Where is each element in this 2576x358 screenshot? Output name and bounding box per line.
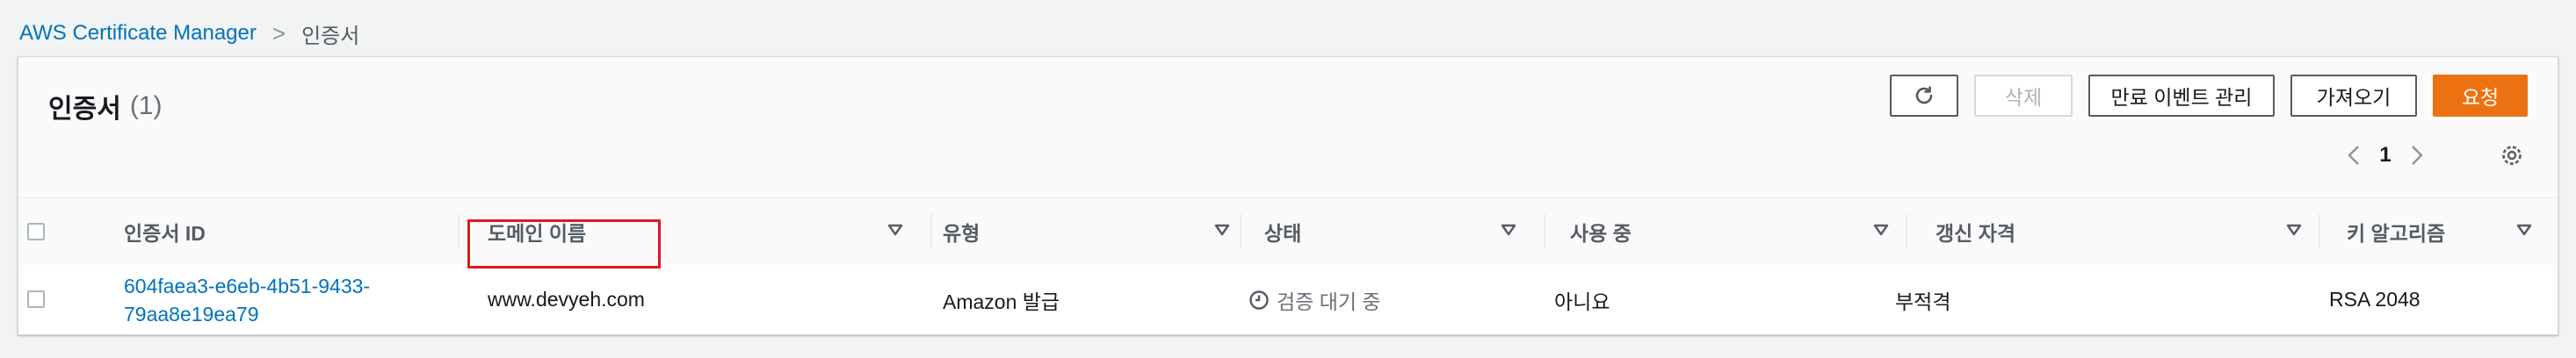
delete-button[interactable]: 삭제: [1974, 75, 2073, 117]
table-header: 인증서 ID 도메인 이름 유형 상태 사용 중 갱신 자격 키 알고리즘: [18, 197, 2558, 266]
certificate-type: Amazon 발급: [943, 290, 1060, 313]
column-header-in-use[interactable]: 사용 중: [1570, 198, 1914, 265]
column-label: 상태: [1264, 222, 1302, 245]
chevron-right-icon: [2412, 146, 2423, 165]
page-title: 인증서 (1): [48, 80, 162, 132]
refresh-button[interactable]: [1890, 75, 1958, 117]
chevron-left-icon: [2348, 146, 2359, 165]
status-cell: 검증 대기 중: [1248, 265, 1538, 334]
renewal-eligibility-cell: 부적격: [1895, 265, 2317, 334]
row-select-checkbox[interactable]: [27, 290, 45, 308]
column-divider[interactable]: [2319, 214, 2320, 249]
column-header-key-algorithm[interactable]: 키 알고리즘: [2347, 198, 2558, 265]
certificates-panel: 인증서 (1) 삭제 만료 이벤트 관리 가져오기 요청 1 인증서 ID 도메…: [18, 56, 2558, 335]
status-text: 검증 대기 중: [1277, 290, 1381, 313]
column-label: 인증서 ID: [124, 222, 206, 245]
breadcrumb-separator: >: [271, 19, 286, 47]
column-label: 갱신 자격: [1936, 222, 2016, 245]
domain-highlight-box: [467, 219, 661, 268]
sort-icon: [887, 224, 903, 236]
sort-icon: [1501, 224, 1516, 236]
current-page-number[interactable]: 1: [2370, 143, 2401, 168]
sort-icon: [2286, 224, 2302, 236]
import-button[interactable]: 가져오기: [2290, 75, 2417, 117]
column-label: 사용 중: [1570, 222, 1632, 245]
column-label: 유형: [943, 222, 980, 245]
domain-name-cell: www.devyeh.com: [488, 265, 927, 334]
request-button[interactable]: 요청: [2433, 75, 2528, 117]
breadcrumb: AWS Certificate Manager > 인증서: [19, 18, 359, 49]
next-page-button[interactable]: [2401, 136, 2433, 175]
column-header-certificate-id[interactable]: 인증서 ID: [124, 198, 458, 265]
key-algorithm-cell: RSA 2048: [2329, 265, 2549, 334]
pagination: 1: [2338, 136, 2433, 175]
table-settings-button[interactable]: [2494, 138, 2529, 173]
select-all-checkbox[interactable]: [27, 223, 45, 240]
renewal-eligibility-value: 부적격: [1895, 290, 1951, 313]
certificate-id-part-2: 79aa8e19ea79: [124, 302, 259, 326]
table-row[interactable]: 604faea3-e6eb-4b51-9433- 79aa8e19ea79 ww…: [18, 265, 2558, 334]
certificate-id-part-1: 604faea3-e6eb-4b51-9433-: [124, 274, 371, 297]
column-divider[interactable]: [1906, 214, 1907, 249]
column-header-type[interactable]: 유형: [943, 198, 1255, 265]
column-divider[interactable]: [1240, 214, 1241, 249]
sort-icon: [1873, 224, 1889, 236]
certificate-id-link[interactable]: 604faea3-e6eb-4b51-9433- 79aa8e19ea79: [124, 272, 370, 328]
gear-icon: [2502, 146, 2522, 165]
column-label: 키 알고리즘: [2347, 222, 2446, 245]
column-divider[interactable]: [458, 214, 459, 249]
certificate-count: (1): [129, 91, 163, 120]
in-use-cell: 아니요: [1554, 265, 1906, 334]
column-header-renewal-eligibility[interactable]: 갱신 자격: [1936, 198, 2327, 265]
type-cell: Amazon 발급: [943, 265, 1241, 334]
breadcrumb-current: 인증서: [301, 24, 360, 48]
panel-title: 인증서: [48, 95, 121, 124]
column-header-status[interactable]: 상태: [1264, 198, 1542, 265]
sort-icon: [2516, 224, 2532, 236]
clock-icon: [1248, 290, 1270, 311]
in-use-value: 아니요: [1554, 290, 1610, 313]
key-algorithm-value: RSA 2048: [2329, 288, 2420, 311]
panel-header: 인증서 (1) 삭제 만료 이벤트 관리 가져오기 요청 1: [18, 57, 2558, 197]
column-divider[interactable]: [930, 214, 932, 249]
refresh-icon: [1915, 86, 1933, 104]
previous-page-button[interactable]: [2338, 136, 2370, 175]
column-divider[interactable]: [1544, 214, 1545, 249]
domain-name: www.devyeh.com: [488, 288, 645, 311]
manage-expiry-events-button[interactable]: 만료 이벤트 관리: [2088, 75, 2275, 117]
certificate-id-cell: 604faea3-e6eb-4b51-9433- 79aa8e19ea79: [124, 265, 467, 334]
breadcrumb-link-acm[interactable]: AWS Certificate Manager: [19, 21, 257, 46]
sort-icon: [1214, 224, 1230, 236]
